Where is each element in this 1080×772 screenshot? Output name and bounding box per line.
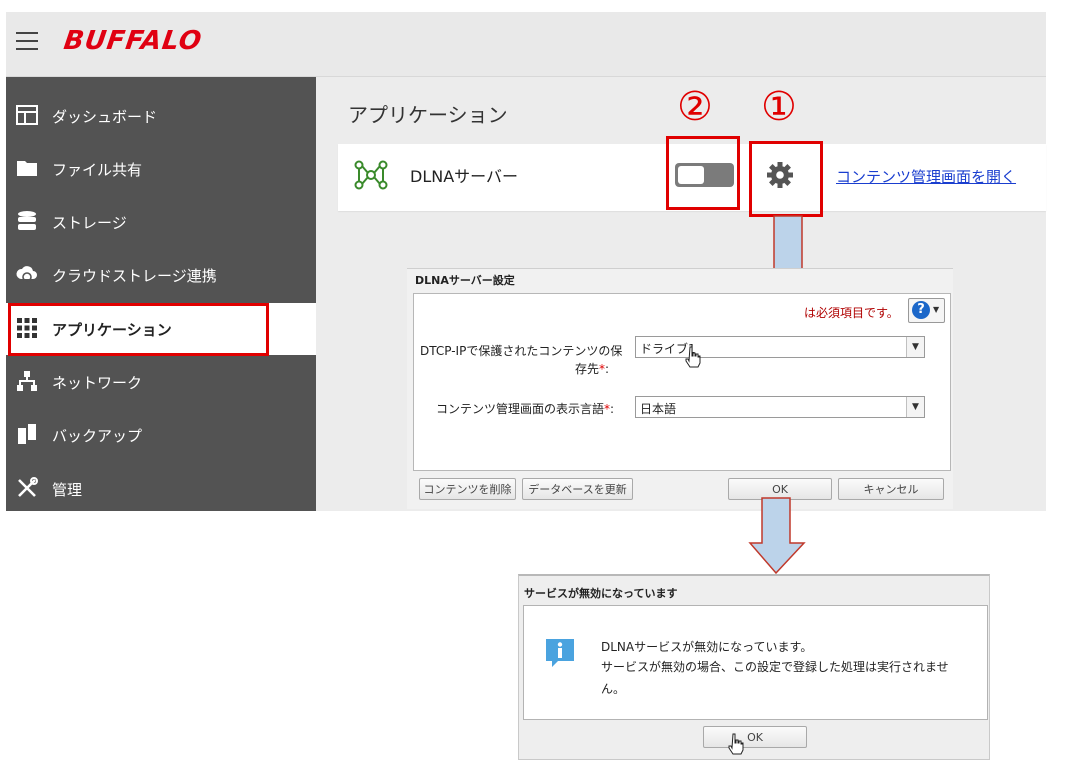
menu-icon[interactable] bbox=[16, 32, 38, 50]
field-label-text: DTCP-IPで保護されたコンテンツの保 bbox=[420, 344, 623, 358]
dlna-icon bbox=[354, 160, 388, 190]
sidebar-item-network[interactable]: ネットワーク bbox=[6, 356, 316, 408]
required-note: は必須項目です。 bbox=[804, 306, 899, 320]
sidebar-item-label: ダッシュボード bbox=[52, 108, 158, 126]
field-label-text: 存先 bbox=[575, 362, 600, 376]
chevron-down-icon: ▼ bbox=[906, 337, 924, 357]
buffalo-logo: BUFFALO bbox=[61, 26, 205, 56]
field-label-text: コンテンツ管理画面の表示言語 bbox=[436, 402, 605, 416]
highlight-box-applications bbox=[8, 303, 269, 356]
display-language-select[interactable]: 日本語 ▼ bbox=[635, 396, 925, 418]
sidebar-item-backup[interactable]: バックアップ bbox=[6, 409, 316, 461]
chevron-down-icon: ▼ bbox=[906, 397, 924, 417]
dialog-title: DLNAサーバー設定 bbox=[415, 274, 515, 287]
dialog-message-line: ん。 bbox=[601, 682, 626, 696]
cloud-sync-icon bbox=[16, 266, 37, 282]
backup-icon bbox=[18, 424, 36, 444]
sidebar-item-storage[interactable]: ストレージ bbox=[6, 196, 316, 248]
sidebar: ダッシュボード ファイル共有 ストレージ クラウドストレージ連携 アプリケーショ… bbox=[6, 77, 316, 511]
select-value: 日本語 bbox=[640, 402, 677, 416]
top-bar: BUFFALO bbox=[6, 12, 1046, 77]
cancel-button[interactable]: キャンセル bbox=[838, 478, 944, 500]
sidebar-item-file-share[interactable]: ファイル共有 bbox=[6, 143, 316, 195]
annotation-number-2: ② bbox=[677, 84, 713, 130]
label-colon: : bbox=[605, 362, 610, 376]
highlight-box-toggle bbox=[666, 136, 740, 210]
dialog-title: サービスが無効になっています bbox=[524, 587, 678, 600]
sidebar-item-dashboard[interactable]: ダッシュボード bbox=[6, 90, 316, 142]
sidebar-item-cloud-storage[interactable]: クラウドストレージ連携 bbox=[6, 249, 316, 301]
field-label-dtcp: DTCP-IPで保護されたコンテンツの保 bbox=[420, 342, 622, 359]
help-icon: ? bbox=[912, 301, 930, 319]
network-icon bbox=[17, 371, 37, 391]
ok-button[interactable]: OK bbox=[703, 726, 807, 748]
annotation-number-1: ① bbox=[761, 84, 797, 130]
sidebar-item-label: クラウドストレージ連携 bbox=[52, 267, 217, 285]
page-title: アプリケーション bbox=[348, 103, 508, 127]
tools-icon bbox=[18, 477, 38, 497]
database-icon bbox=[18, 211, 36, 230]
hand-cursor-icon bbox=[728, 733, 744, 755]
chevron-down-icon: ▼ bbox=[933, 305, 940, 314]
sidebar-item-label: ストレージ bbox=[52, 214, 127, 232]
sidebar-item-label: バックアップ bbox=[52, 427, 143, 445]
field-label-language: コンテンツ管理画面の表示言語*: bbox=[436, 400, 614, 417]
folder-icon bbox=[17, 161, 37, 176]
dtcp-destination-select[interactable]: ドライブ1 ▼ bbox=[635, 336, 925, 358]
field-label-dtcp-cont: 存先*: bbox=[575, 360, 609, 377]
sidebar-item-label: 管理 bbox=[52, 481, 83, 499]
open-content-manager-link[interactable]: コンテンツ管理画面を開く bbox=[836, 166, 1016, 187]
app-name: DLNAサーバー bbox=[410, 167, 518, 186]
delete-content-button[interactable]: コンテンツを削除 bbox=[419, 478, 516, 500]
label-colon: : bbox=[610, 402, 615, 416]
highlight-box-gear bbox=[749, 141, 823, 217]
sidebar-item-label: ネットワーク bbox=[52, 374, 143, 392]
down-arrow-2 bbox=[748, 497, 806, 575]
info-icon bbox=[546, 639, 574, 667]
dialog-message-line: サービスが無効の場合、この設定で登録した処理は実行されませ bbox=[601, 660, 949, 674]
dashboard-icon bbox=[16, 105, 38, 125]
dialog-message-line: DLNAサービスが無効になっています。 bbox=[601, 640, 813, 654]
update-database-button[interactable]: データベースを更新 bbox=[522, 478, 633, 500]
hand-cursor-icon bbox=[685, 346, 701, 368]
sidebar-item-label: ファイル共有 bbox=[52, 161, 143, 179]
sidebar-item-admin[interactable]: 管理 bbox=[6, 463, 316, 515]
